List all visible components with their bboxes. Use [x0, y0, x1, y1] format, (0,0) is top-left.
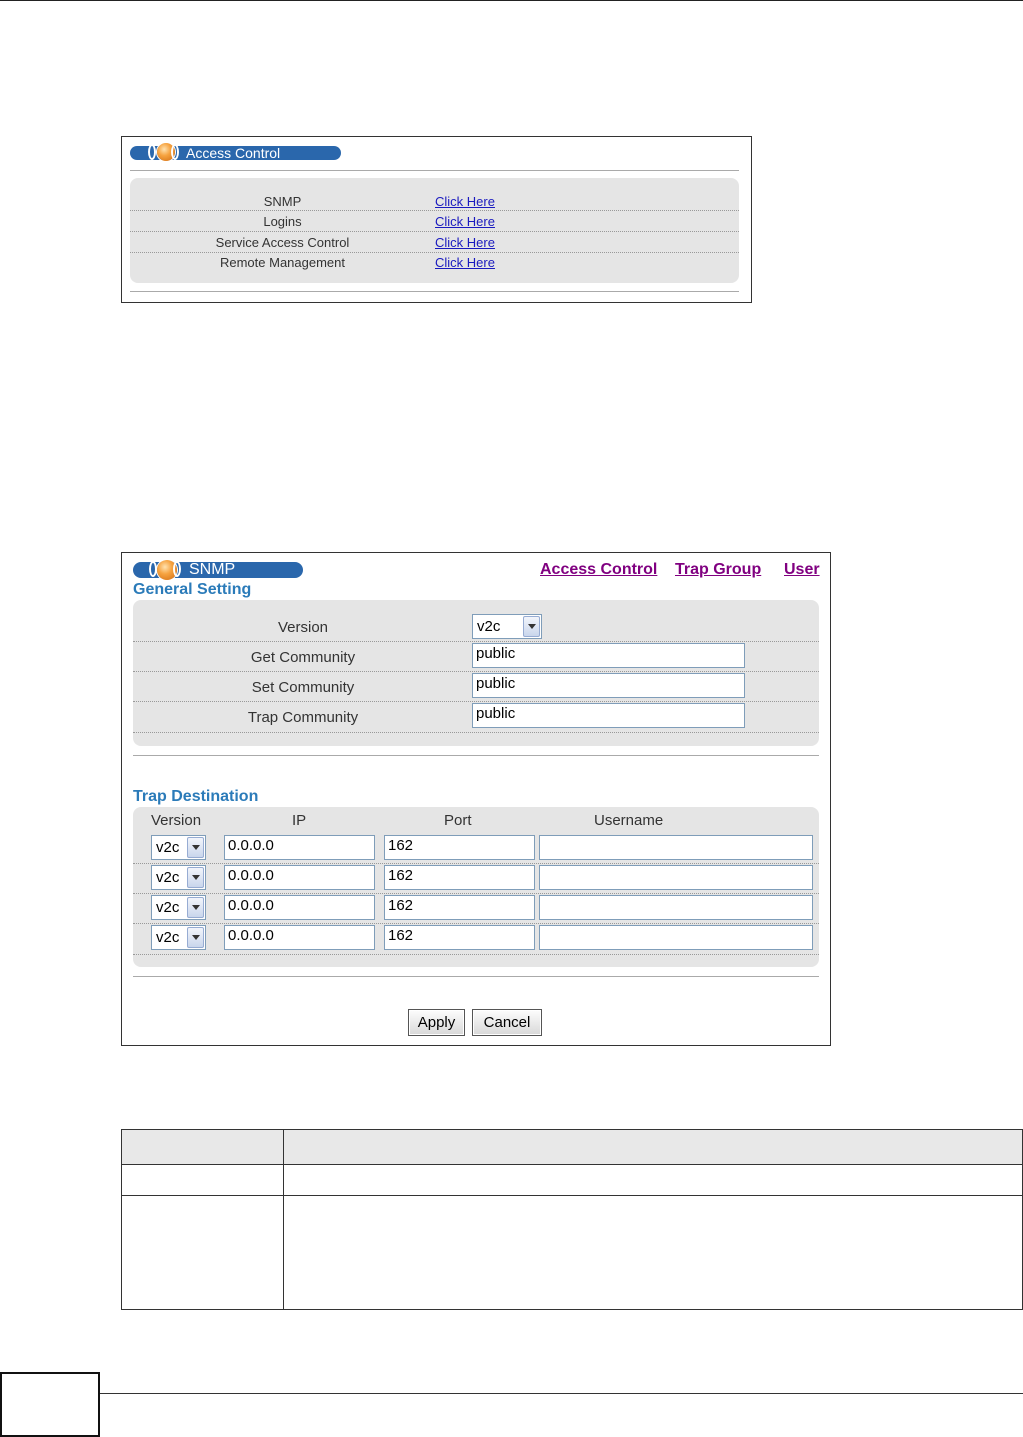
- set-community-label: Set Community: [251, 679, 355, 696]
- get-community-input[interactable]: public: [472, 643, 745, 668]
- table-column-divider: [283, 1130, 284, 1309]
- col-ip-header: IP: [292, 812, 307, 829]
- bracket-icon: [171, 144, 179, 160]
- table-header-row: Version IP Port Username: [133, 811, 819, 833]
- table-row: Trap Community public: [133, 701, 819, 733]
- row-label: Remote Management: [219, 255, 345, 270]
- chevron-down-icon: [187, 837, 204, 858]
- col-version-header: Version: [151, 812, 202, 829]
- general-version-select[interactable]: v2c: [472, 614, 542, 639]
- version-label: Version: [277, 619, 329, 636]
- snmp-panel: SNMP Access Control Trap Group User Gene…: [121, 552, 831, 1046]
- access-control-title-pill: Access Control: [130, 143, 341, 161]
- divider: [130, 170, 739, 171]
- set-community-input[interactable]: public: [472, 673, 745, 698]
- row-label: Logins: [263, 214, 302, 229]
- row-label: Service Access Control: [215, 235, 350, 250]
- trap-version-select[interactable]: v2c: [151, 865, 206, 890]
- list-item: Service Access Control Click Here: [130, 232, 739, 253]
- bracket-icon: [149, 561, 157, 577]
- table-row: Get Community public: [133, 641, 819, 672]
- footer-page-box: [0, 1372, 100, 1437]
- col-username-header: Username: [594, 812, 664, 829]
- trap-community-input[interactable]: public: [472, 703, 745, 728]
- chevron-down-icon: [187, 927, 204, 948]
- trap-username-input[interactable]: [539, 835, 813, 860]
- snmp-title-pill: SNMP: [133, 560, 303, 580]
- trap-ip-input[interactable]: 0.0.0.0: [224, 925, 375, 950]
- access-control-panel: Access Control SNMP Click Here Logins Cl…: [121, 136, 752, 303]
- trap-destination-title: Trap Destination: [133, 788, 259, 805]
- click-here-link[interactable]: Click Here: [435, 214, 495, 229]
- trap-community-label: Trap Community: [247, 709, 359, 726]
- trap-ip-input[interactable]: 0.0.0.0: [224, 835, 375, 860]
- table-header-row: [122, 1130, 1022, 1165]
- trap-port-input[interactable]: 162: [384, 865, 535, 890]
- top-rule: [0, 0, 1023, 1]
- trap-ip-input[interactable]: 0.0.0.0: [224, 895, 375, 920]
- apply-button[interactable]: Apply: [408, 1009, 465, 1036]
- row-label: SNMP: [263, 194, 302, 209]
- chevron-down-icon: [187, 867, 204, 888]
- divider: [130, 291, 739, 292]
- click-here-link[interactable]: Click Here: [435, 255, 495, 270]
- nav-user-link[interactable]: User: [784, 561, 820, 579]
- nav-trap-group-link[interactable]: Trap Group: [675, 561, 761, 579]
- trap-username-input[interactable]: [539, 895, 813, 920]
- trap-version-select[interactable]: v2c: [151, 835, 206, 860]
- access-control-title: Access Control: [186, 145, 281, 161]
- col-port-header: Port: [444, 812, 472, 829]
- trap-username-input[interactable]: [539, 865, 813, 890]
- trap-version-select[interactable]: v2c: [151, 895, 206, 920]
- table-row: v2c 0.0.0.0 162: [133, 893, 819, 924]
- trap-port-input[interactable]: 162: [384, 895, 535, 920]
- chevron-down-icon: [523, 616, 540, 637]
- table-row: Set Community public: [133, 671, 819, 702]
- trap-username-input[interactable]: [539, 925, 813, 950]
- cancel-button[interactable]: Cancel: [472, 1009, 542, 1036]
- table-row: v2c 0.0.0.0 162: [133, 863, 819, 894]
- chevron-down-icon: [187, 897, 204, 918]
- click-here-link[interactable]: Click Here: [435, 235, 495, 250]
- trap-version-select[interactable]: v2c: [151, 925, 206, 950]
- bracket-icon: [173, 561, 181, 577]
- list-item: SNMP Click Here: [130, 191, 739, 211]
- footer-rule: [100, 1393, 1023, 1394]
- description-table: [121, 1129, 1023, 1310]
- table-row: Version v2c: [133, 611, 819, 642]
- table-row: v2c 0.0.0.0 162: [133, 923, 819, 955]
- list-item: Logins Click Here: [130, 211, 739, 232]
- list-item: Remote Management Click Here: [130, 253, 739, 273]
- bracket-icon: [148, 144, 156, 160]
- click-here-link[interactable]: Click Here: [435, 194, 495, 209]
- get-community-label: Get Community: [250, 649, 356, 666]
- trap-ip-input[interactable]: 0.0.0.0: [224, 865, 375, 890]
- nav-access-control-link[interactable]: Access Control: [540, 561, 657, 579]
- snmp-title: SNMP: [189, 561, 236, 578]
- general-setting-title: General Setting: [133, 581, 252, 598]
- table-row: v2c 0.0.0.0 162: [133, 833, 819, 864]
- trap-port-input[interactable]: 162: [384, 925, 535, 950]
- divider: [133, 976, 819, 977]
- trap-port-input[interactable]: 162: [384, 835, 535, 860]
- divider: [133, 755, 819, 756]
- table-row: [122, 1165, 1022, 1196]
